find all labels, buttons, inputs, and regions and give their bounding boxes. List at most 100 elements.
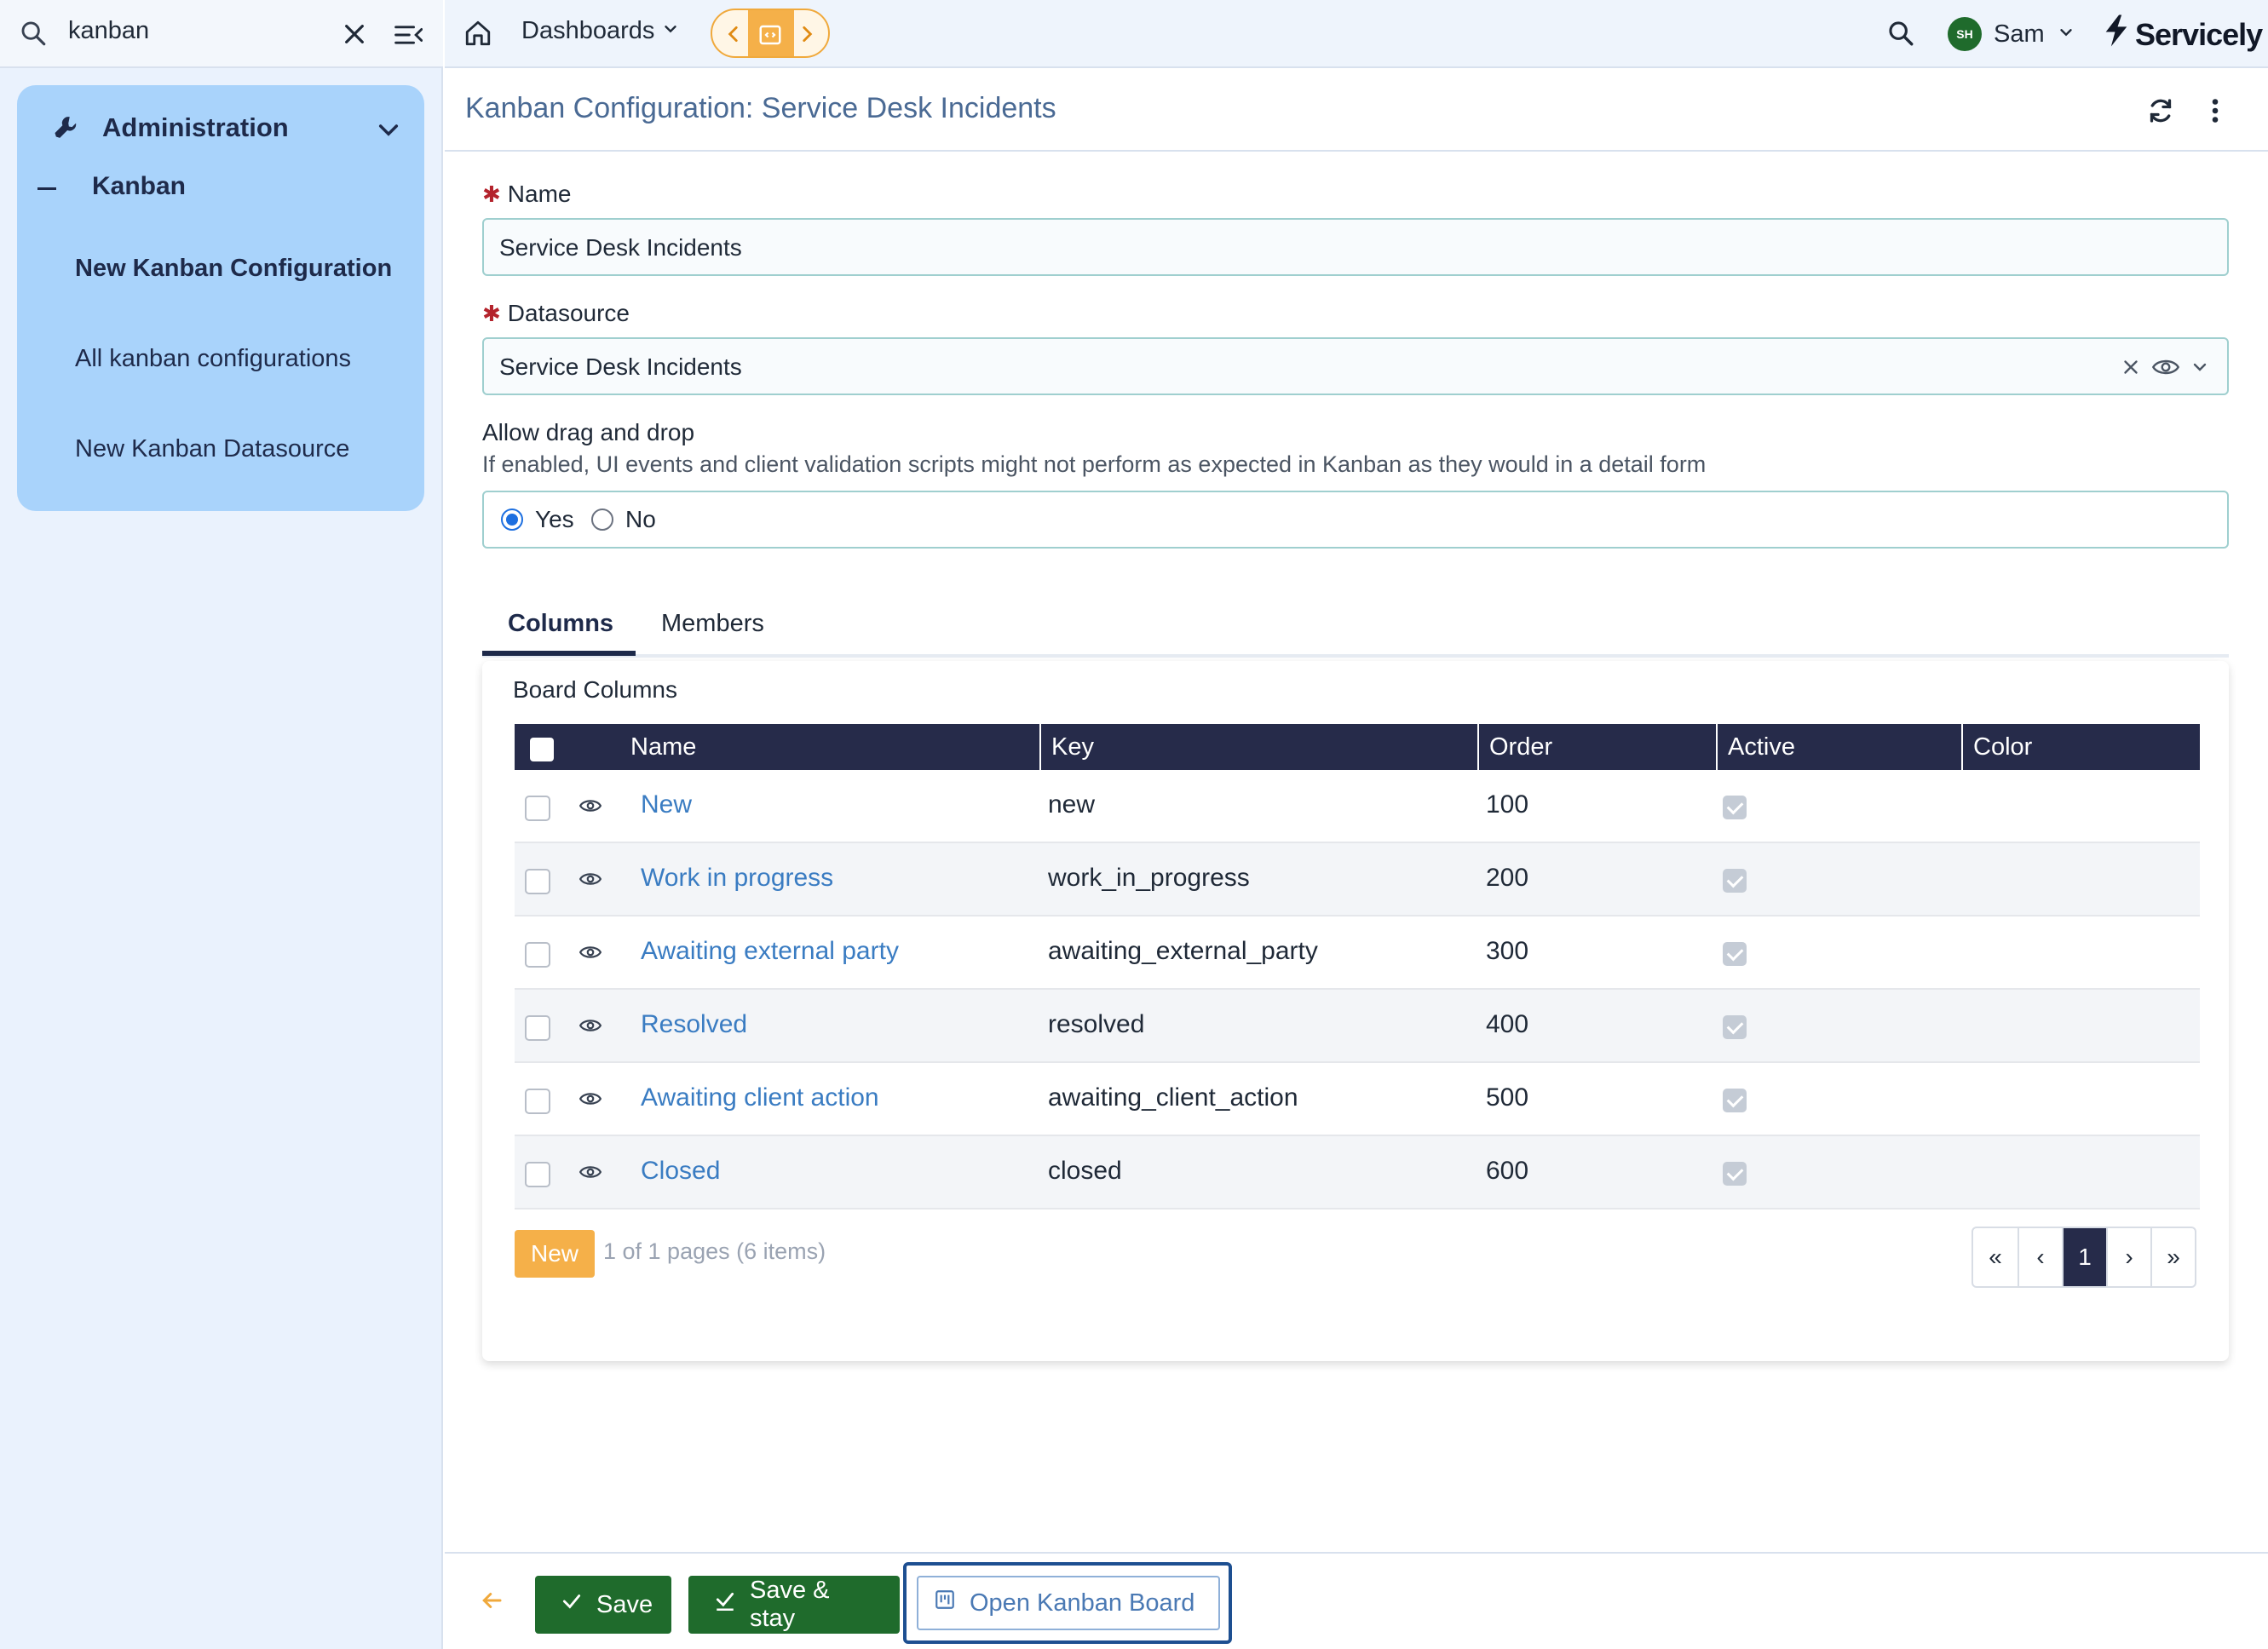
search-icon [19, 19, 48, 52]
row-order: 500 [1486, 1083, 1529, 1112]
row-name-link[interactable]: Resolved [641, 1010, 747, 1039]
pagination: « ‹ 1 › » [1972, 1227, 2196, 1288]
current-page-button[interactable]: 1 [2062, 1228, 2106, 1286]
back-chevron-icon[interactable] [722, 22, 745, 50]
table-row: Resolved resolved 400 [515, 990, 2200, 1063]
home-icon[interactable] [463, 19, 492, 52]
row-key: new [1048, 790, 1096, 819]
row-name-link[interactable]: Awaiting client action [641, 1083, 879, 1112]
row-order: 300 [1486, 937, 1529, 965]
check-underline-icon [714, 1590, 736, 1619]
radio-no[interactable]: No [591, 506, 656, 533]
more-vertical-icon[interactable] [2208, 95, 2222, 130]
row-order: 600 [1486, 1157, 1529, 1185]
close-icon[interactable] [341, 20, 368, 52]
row-checkbox[interactable] [525, 1162, 550, 1187]
header-order[interactable]: Order [1477, 724, 1716, 770]
sidebar-section-administration[interactable]: Administration [34, 107, 407, 150]
select-all-checkbox[interactable] [530, 738, 554, 761]
row-name-link[interactable]: Closed [641, 1157, 720, 1186]
datasource-field-label: ✱ Datasource [482, 300, 630, 326]
sidebar-group-label: Kanban [92, 172, 187, 200]
new-column-button[interactable]: New [515, 1230, 595, 1278]
row-checkbox[interactable] [525, 796, 550, 821]
row-key: awaiting_external_party [1048, 937, 1318, 965]
pager-info: 1 of 1 pages (6 items) [603, 1238, 826, 1264]
sidebar-search-input[interactable]: kanban [68, 17, 149, 45]
sidebar-item-new-kanban-datasource[interactable]: New Kanban Datasource [75, 433, 407, 466]
tab-members[interactable]: Members [661, 610, 764, 638]
eye-icon[interactable] [579, 1017, 602, 1038]
eye-icon[interactable] [579, 797, 602, 819]
eye-icon[interactable] [2151, 356, 2180, 382]
drag-drop-label: Allow drag and drop [482, 419, 695, 445]
row-name-link[interactable]: Work in progress [641, 864, 833, 893]
back-arrow-icon[interactable] [479, 1588, 504, 1617]
row-checkbox[interactable] [525, 942, 550, 968]
chevron-down-icon[interactable] [375, 116, 402, 147]
chevron-down-icon [2057, 20, 2075, 49]
name-field-label: ✱ Name [482, 181, 572, 207]
sidebar-section-label: Administration [102, 112, 289, 142]
row-checkbox[interactable] [525, 869, 550, 894]
next-page-button[interactable]: › [2106, 1228, 2150, 1286]
dashboards-menu[interactable]: Dashboards [521, 17, 680, 45]
header-key[interactable]: Key [1039, 724, 1477, 770]
sidebar-panel: Administration Kanban New Kanban Configu… [17, 85, 424, 511]
chevron-down-icon[interactable] [2190, 356, 2210, 382]
grid-header: Name Key Order Active Color [515, 724, 2200, 770]
drag-drop-radio-group: Yes No [482, 491, 2229, 549]
clear-icon[interactable] [2120, 356, 2142, 382]
radio-selected-icon[interactable] [501, 508, 523, 531]
user-menu[interactable]: SH Sam [1948, 17, 2075, 51]
dashboards-label: Dashboards [521, 17, 655, 44]
name-field-value[interactable]: Service Desk Incidents [499, 234, 742, 261]
eye-icon[interactable] [579, 944, 602, 965]
row-checkbox[interactable] [525, 1015, 550, 1041]
datasource-select[interactable]: Service Desk Incidents [482, 337, 2229, 395]
row-name-link[interactable]: Awaiting external party [641, 937, 899, 966]
row-key: awaiting_client_action [1048, 1083, 1298, 1112]
drag-drop-hint: If enabled, UI events and client validat… [482, 451, 1707, 477]
header-name[interactable]: Name [620, 724, 1041, 770]
required-asterisk-icon: ✱ [482, 301, 501, 326]
tab-columns[interactable]: Columns [508, 610, 613, 638]
row-active-checkbox [1723, 1015, 1747, 1039]
header-color[interactable]: Color [1961, 724, 2200, 770]
forward-chevron-icon[interactable] [796, 22, 818, 50]
prev-page-button[interactable]: ‹ [2018, 1228, 2062, 1286]
save-and-stay-button[interactable]: Save & stay [688, 1576, 900, 1634]
board-columns-title: Board Columns [513, 676, 677, 703]
wrench-icon [51, 112, 82, 147]
row-order: 200 [1486, 864, 1529, 892]
row-checkbox[interactable] [525, 1089, 550, 1114]
avatar: SH [1948, 17, 1982, 51]
collapse-menu-icon[interactable] [394, 22, 423, 52]
datasource-select-value: Service Desk Incidents [499, 353, 742, 380]
sidebar-search[interactable]: kanban [0, 0, 443, 68]
name-field[interactable]: Service Desk Incidents [482, 218, 2229, 276]
brand-logo: Servicely [2103, 14, 2263, 55]
collapse-dash-icon [37, 187, 56, 190]
sidebar-item-new-kanban-configuration[interactable]: New Kanban Configuration [75, 252, 407, 285]
first-page-button[interactable]: « [1973, 1228, 2018, 1286]
last-page-button[interactable]: » [2150, 1228, 2195, 1286]
header-active[interactable]: Active [1716, 724, 1961, 770]
row-name-link[interactable]: New [641, 790, 692, 819]
refresh-icon[interactable] [2145, 95, 2176, 130]
search-icon[interactable] [1886, 19, 1915, 52]
page-header: Kanban Configuration: Service Desk Incid… [445, 70, 2268, 152]
check-icon [561, 1590, 583, 1619]
open-kanban-board-button[interactable]: Open Kanban Board [917, 1576, 1220, 1630]
radio-yes[interactable]: Yes [501, 506, 574, 533]
eye-icon[interactable] [579, 1163, 602, 1185]
eye-icon[interactable] [579, 1090, 602, 1112]
row-active-checkbox [1723, 869, 1747, 893]
eye-icon[interactable] [579, 870, 602, 892]
row-active-checkbox [1723, 1089, 1747, 1112]
radio-unselected-icon[interactable] [591, 508, 613, 531]
kanban-board-icon [934, 1589, 956, 1617]
sidebar-item-all-kanban-configurations[interactable]: All kanban configurations [75, 342, 407, 376]
save-button[interactable]: Save [535, 1576, 671, 1634]
code-window-icon[interactable] [757, 22, 784, 52]
